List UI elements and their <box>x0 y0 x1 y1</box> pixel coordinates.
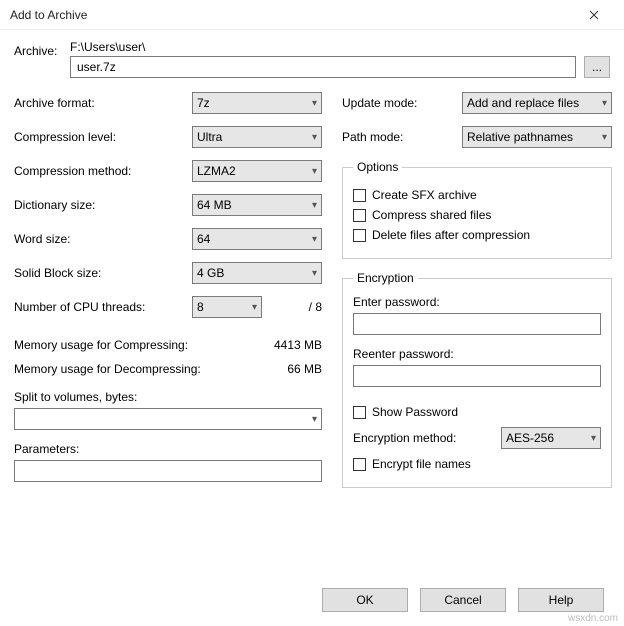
button-bar: OK Cancel Help <box>0 588 624 612</box>
encryption-method-select[interactable]: AES-256▾ <box>501 427 601 449</box>
titlebar: Add to Archive <box>0 0 624 30</box>
sfx-label: Create SFX archive <box>372 188 477 202</box>
chevron-down-icon: ▾ <box>252 302 257 313</box>
cancel-button[interactable]: Cancel <box>420 588 506 612</box>
window-title: Add to Archive <box>10 8 574 22</box>
archive-label: Archive: <box>14 40 70 58</box>
parameters-label: Parameters: <box>14 442 322 456</box>
encryption-legend: Encryption <box>353 271 418 285</box>
mem-decompress-label: Memory usage for Decompressing: <box>14 362 201 376</box>
archive-filename-input[interactable] <box>70 56 576 78</box>
cpu-threads-label: Number of CPU threads: <box>14 300 192 314</box>
reenter-password-input[interactable] <box>353 365 601 387</box>
browse-button[interactable]: ... <box>584 56 610 78</box>
compress-shared-checkbox[interactable] <box>353 209 366 222</box>
update-mode-select[interactable]: Add and replace files▾ <box>462 92 612 114</box>
show-password-label: Show Password <box>372 405 458 419</box>
options-group: Options Create SFX archive Compress shar… <box>342 160 612 259</box>
sfx-checkbox[interactable] <box>353 189 366 202</box>
close-button[interactable] <box>574 0 614 30</box>
parameters-input[interactable] <box>14 460 322 482</box>
encrypt-filenames-checkbox[interactable] <box>353 458 366 471</box>
update-mode-label: Update mode: <box>342 96 462 110</box>
enter-password-label: Enter password: <box>353 295 601 309</box>
mem-compress-value: 4413 MB <box>274 338 322 352</box>
split-volumes-select[interactable]: ▾ <box>14 408 322 430</box>
enter-password-input[interactable] <box>353 313 601 335</box>
compress-shared-label: Compress shared files <box>372 208 491 222</box>
help-button[interactable]: Help <box>518 588 604 612</box>
cpu-threads-select[interactable]: 8▾ <box>192 296 262 318</box>
reenter-password-label: Reenter password: <box>353 347 601 361</box>
delete-after-checkbox[interactable] <box>353 229 366 242</box>
solid-block-size-label: Solid Block size: <box>14 266 192 280</box>
chevron-down-icon: ▾ <box>312 166 317 177</box>
chevron-down-icon: ▾ <box>312 234 317 245</box>
archive-format-label: Archive format: <box>14 96 192 110</box>
chevron-down-icon: ▾ <box>591 433 596 444</box>
word-size-label: Word size: <box>14 232 192 246</box>
path-mode-select[interactable]: Relative pathnames▾ <box>462 126 612 148</box>
watermark: wsxdn.com <box>568 613 618 624</box>
compression-method-label: Compression method: <box>14 164 192 178</box>
mem-decompress-value: 66 MB <box>287 362 322 376</box>
delete-after-label: Delete files after compression <box>372 228 530 242</box>
encryption-group: Encryption Enter password: Reenter passw… <box>342 271 612 488</box>
word-size-select[interactable]: 64▾ <box>192 228 322 250</box>
options-legend: Options <box>353 160 402 174</box>
chevron-down-icon: ▾ <box>602 98 607 109</box>
chevron-down-icon: ▾ <box>312 98 317 109</box>
show-password-checkbox[interactable] <box>353 406 366 419</box>
archive-format-select[interactable]: 7z▾ <box>192 92 322 114</box>
chevron-down-icon: ▾ <box>312 268 317 279</box>
chevron-down-icon: ▾ <box>312 414 317 425</box>
path-mode-label: Path mode: <box>342 130 462 144</box>
chevron-down-icon: ▾ <box>312 132 317 143</box>
ellipsis-icon: ... <box>592 60 602 74</box>
mem-compress-label: Memory usage for Compressing: <box>14 338 188 352</box>
compression-level-label: Compression level: <box>14 130 192 144</box>
dictionary-size-label: Dictionary size: <box>14 198 192 212</box>
solid-block-size-select[interactable]: 4 GB▾ <box>192 262 322 284</box>
encrypt-filenames-label: Encrypt file names <box>372 457 471 471</box>
chevron-down-icon: ▾ <box>602 132 607 143</box>
ok-button[interactable]: OK <box>322 588 408 612</box>
compression-method-select[interactable]: LZMA2▾ <box>192 160 322 182</box>
split-volumes-label: Split to volumes, bytes: <box>14 390 322 404</box>
chevron-down-icon: ▾ <box>312 200 317 211</box>
close-icon <box>589 10 599 20</box>
archive-path: F:\Users\user\ <box>70 40 610 54</box>
encryption-method-label: Encryption method: <box>353 431 501 445</box>
dictionary-size-select[interactable]: 64 MB▾ <box>192 194 322 216</box>
cpu-threads-total: / 8 <box>282 300 322 314</box>
compression-level-select[interactable]: Ultra▾ <box>192 126 322 148</box>
